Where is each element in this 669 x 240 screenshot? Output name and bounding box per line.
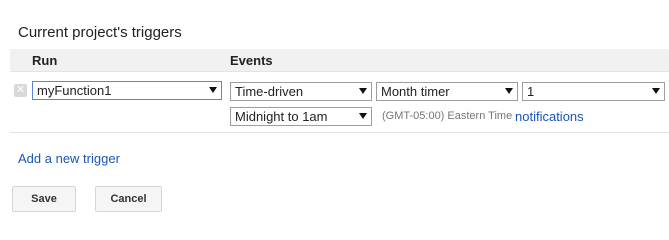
add-trigger-link[interactable]: Add a new trigger — [18, 151, 120, 166]
chevron-down-icon — [359, 113, 367, 119]
save-button[interactable]: Save — [12, 186, 76, 212]
day-of-month-select[interactable]: 1 — [522, 82, 665, 101]
timer-type-value: Month timer — [381, 84, 450, 99]
function-select-value: myFunction1 — [37, 83, 112, 98]
event-source-value: Time-driven — [235, 84, 304, 99]
chevron-down-icon — [359, 88, 367, 94]
timer-type-select[interactable]: Month timer — [376, 82, 518, 101]
remove-trigger-icon[interactable]: ✕ — [14, 84, 27, 97]
dialog-title: Current project's triggers — [18, 24, 182, 41]
function-select[interactable]: myFunction1 — [32, 81, 222, 100]
run-column-header: Run — [32, 53, 58, 68]
timezone-label: (GMT-05:00) Eastern Time — [382, 110, 513, 122]
cancel-button[interactable]: Cancel — [95, 186, 162, 212]
divider — [10, 132, 669, 133]
chevron-down-icon — [209, 87, 217, 93]
events-column-header: Events — [230, 53, 273, 68]
day-of-month-value: 1 — [527, 84, 535, 99]
time-of-day-value: Midnight to 1am — [235, 109, 328, 124]
notifications-link[interactable]: notifications — [515, 109, 584, 124]
chevron-down-icon — [505, 88, 513, 94]
chevron-down-icon — [652, 88, 660, 94]
table-header: Run Events — [10, 49, 669, 72]
time-of-day-select[interactable]: Midnight to 1am — [230, 107, 372, 126]
event-source-select[interactable]: Time-driven — [230, 82, 372, 101]
